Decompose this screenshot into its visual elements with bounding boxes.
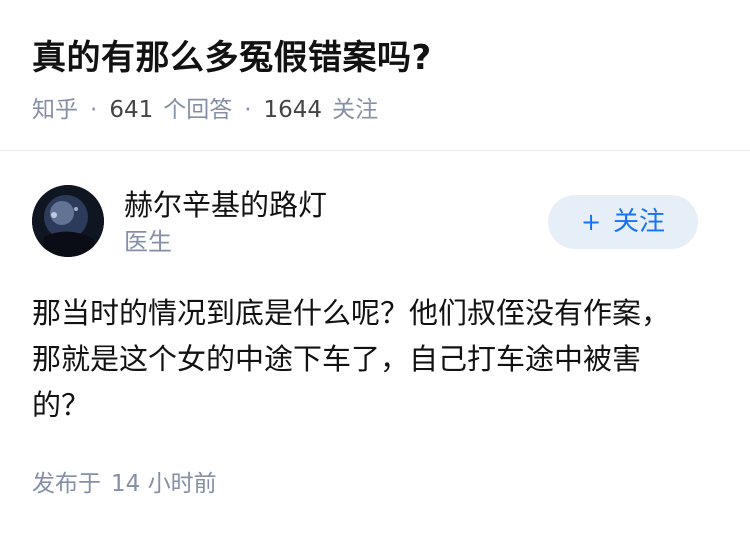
follow-button[interactable]: + 关注 [548, 195, 698, 249]
answer-time: 发布于 14 小时前 [32, 468, 217, 500]
plus-icon: + [580, 208, 602, 236]
question-meta: 知乎 · 641 个回答 · 1644 关注 [32, 94, 378, 126]
question-title[interactable]: 真的有那么多冤假错案吗? [32, 34, 432, 82]
follow-label: 关注 [613, 207, 666, 237]
answer-content[interactable]: 那当时的情况到底是什么呢？他们叔侄没有作案， 那就是这个女的中途下车了，自己打车… [32, 290, 692, 428]
author-row: 赫尔辛基的路灯 医生 + 关注 [0, 152, 750, 282]
follower-count: 1644 [263, 97, 323, 123]
publish-label: 发布于 [32, 471, 101, 497]
author-name[interactable]: 赫尔辛基的路灯 [124, 185, 327, 225]
answer-line: 那就是这个女的中途下车了，自己打车途中被害 [32, 342, 642, 376]
answer-line: 的？ [32, 388, 91, 422]
avatar-image [32, 185, 104, 257]
meta-separator: · [244, 97, 252, 123]
answer-count-label: 个回答 [163, 97, 233, 123]
avatar[interactable] [32, 185, 104, 257]
meta-separator: · [90, 97, 98, 123]
answer-count: 641 [109, 97, 154, 123]
answer-line: 那当时的情况到底是什么呢？他们叔侄没有作案， [32, 296, 671, 330]
follower-count-label: 关注 [332, 97, 379, 123]
source-label[interactable]: 知乎 [32, 97, 78, 123]
question-header: 真的有那么多冤假错案吗? 知乎 · 641 个回答 · 1644 关注 [0, 0, 750, 151]
publish-time: 14 小时前 [111, 471, 217, 497]
author-bio: 医生 [124, 228, 172, 256]
